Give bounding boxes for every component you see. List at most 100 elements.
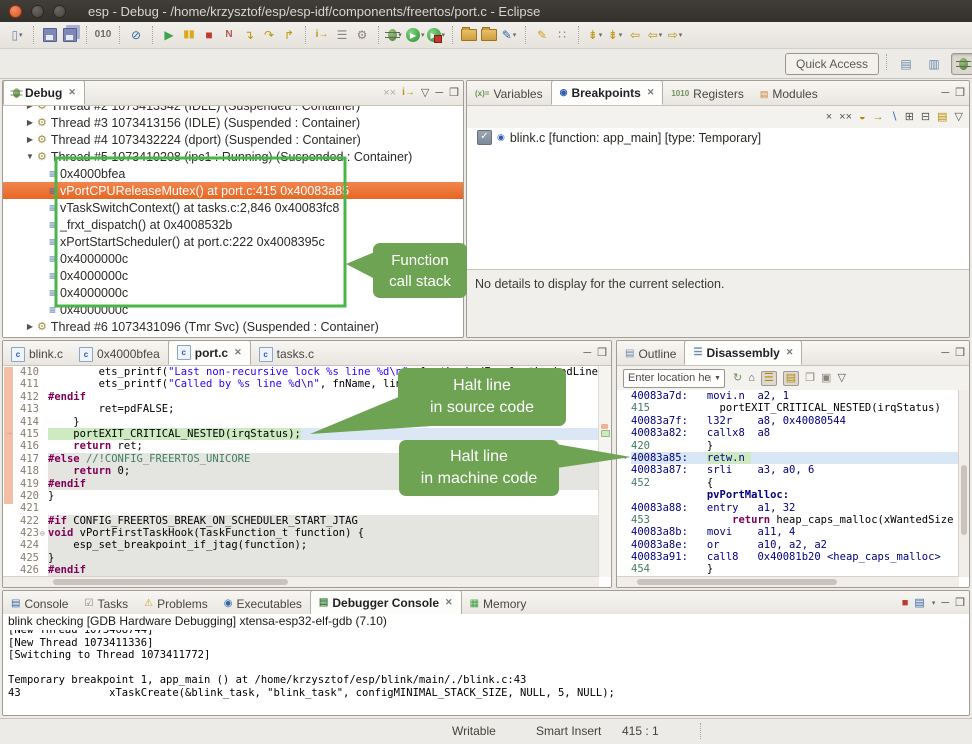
show-supported-breakpoints-icon[interactable]: ◒ — [859, 112, 866, 123]
thread-row[interactable]: ▶⚙Thread #4 1073432224 (dport) (Suspende… — [3, 131, 463, 148]
console-output[interactable]: [New Thread 1073468744][New Thread 10734… — [3, 630, 969, 715]
minimize-icon[interactable]: ─ — [583, 348, 591, 359]
minimize-icon[interactable]: ─ — [435, 88, 443, 99]
last-edit-location-icon[interactable]: ⇟▾ — [586, 25, 604, 45]
close-icon[interactable]: ✕ — [647, 87, 655, 98]
save-icon[interactable] — [41, 25, 59, 45]
tree-expand-icon[interactable]: ▶ — [25, 118, 35, 127]
code-line[interactable]: 424 esp_set_breakpoint_if_jtag(function)… — [3, 539, 611, 551]
fold-collapse-icon[interactable]: ⊖ — [40, 529, 45, 538]
step-into-icon[interactable]: ↴ — [240, 25, 258, 45]
maximize-icon[interactable]: ❒ — [955, 348, 965, 359]
go-to-file-icon[interactable]: → — [873, 112, 884, 123]
location-input[interactable]: Enter location here — [624, 372, 710, 384]
step-return-icon[interactable]: ↱ — [280, 25, 298, 45]
annotation-ruler[interactable] — [3, 502, 16, 514]
disasm-line[interactable]: 40083a7d: movi.n a2, 1 — [617, 390, 959, 402]
annotation-ruler[interactable] — [3, 527, 16, 539]
expand-all-icon[interactable]: ⊞ — [905, 112, 914, 123]
binary-file-icon[interactable]: 010 — [94, 25, 112, 45]
tab-registers[interactable]: 1010Registers — [663, 83, 751, 105]
tab-outline[interactable]: ▤Outline — [617, 343, 684, 365]
pin-view-icon[interactable]: ▣ — [821, 373, 831, 384]
code-line[interactable]: →415 portEXIT_CRITICAL_NESTED(irqStatus)… — [3, 428, 611, 440]
minimize-icon[interactable]: ─ — [941, 598, 949, 609]
group-by-icon[interactable]: ▤ — [937, 112, 947, 123]
disasm-line[interactable]: 454 } — [617, 563, 959, 575]
breakpoint-entry[interactable]: ✓ ◉ blink.c [function: app_main] [type: … — [467, 128, 969, 147]
skip-all-icon[interactable]: ∖ — [891, 112, 898, 123]
disassembly-horizontal-scrollbar[interactable] — [617, 576, 959, 587]
remove-launch-icon[interactable]: ■ — [902, 598, 909, 609]
tab-modules[interactable]: ▤Modules — [752, 83, 826, 105]
minimize-icon[interactable]: ─ — [941, 88, 949, 99]
tab-executables[interactable]: ◉Executables — [216, 593, 310, 615]
tab-console[interactable]: ▤Console — [3, 593, 76, 615]
tab-disassembly[interactable]: ☰Disassembly✕ — [684, 340, 802, 365]
code-line[interactable]: 426#endif — [3, 564, 611, 576]
disasm-line[interactable]: 420 } — [617, 440, 959, 452]
open-resource-icon[interactable] — [480, 25, 498, 45]
new-wizard-icon[interactable]: ▯▾ — [8, 25, 26, 45]
maximize-icon[interactable]: ❒ — [449, 88, 459, 99]
open-element-icon[interactable] — [460, 25, 478, 45]
use-step-filters-icon[interactable]: ☰ — [333, 25, 351, 45]
tab-variables[interactable]: (x)=Variables — [467, 83, 551, 105]
back-icon[interactable]: ⇦ — [626, 25, 644, 45]
debug-icon[interactable]: ▾ — [386, 25, 404, 45]
tab-port-c[interactable]: cport.c✕ — [168, 340, 251, 365]
mark-occurrences-icon[interactable]: ✎ — [533, 25, 551, 45]
stack-frame-row[interactable]: ▶≡vTaskSwitchContext() at tasks.c:2,846 … — [3, 199, 463, 216]
view-menu-icon[interactable]: ▽ — [955, 112, 963, 123]
annotation-ruler[interactable] — [3, 564, 16, 576]
tree-expand-icon[interactable]: ▶ — [25, 135, 35, 144]
editor-horizontal-scrollbar[interactable] — [3, 576, 599, 587]
remove-all-breakpoints-icon[interactable]: ×× — [839, 112, 852, 123]
remove-all-terminated-icon[interactable]: ×× — [383, 88, 396, 99]
chevron-down-icon[interactable]: ▾ — [599, 31, 603, 39]
run-icon[interactable]: ▶▾ — [406, 25, 425, 45]
chevron-down-icon[interactable]: ▾ — [659, 31, 663, 39]
tab-debugger-console[interactable]: ▤Debugger Console✕ — [310, 590, 462, 615]
window-maximize-button[interactable] — [53, 5, 66, 18]
disasm-line[interactable]: 453 return heap_caps_malloc(xWantedSize — [617, 514, 959, 526]
disassembly-listing[interactable]: 40083a7d: movi.n a2, 1415 portEXIT_CRITI… — [617, 390, 959, 577]
tree-expand-icon[interactable]: ▶ — [25, 322, 35, 331]
chevron-down-icon[interactable]: ▾ — [513, 31, 517, 39]
step-over-icon[interactable]: ↷ — [260, 25, 278, 45]
annotation-ruler[interactable] — [3, 552, 16, 564]
save-all-icon[interactable] — [61, 25, 79, 45]
skip-all-breakpoints-icon[interactable]: ⊘ — [127, 25, 145, 45]
refresh-icon[interactable]: ↻ — [733, 373, 742, 384]
annotation-ruler[interactable] — [3, 515, 16, 527]
thread-row[interactable]: ▶⚙Thread #6 1073431096 (Tmr Svc) (Suspen… — [3, 318, 463, 335]
disasm-line[interactable]: 40083a8e: or a10, a2, a2 — [617, 539, 959, 551]
open-perspective-icon[interactable]: ▤ — [895, 54, 917, 74]
thread-row[interactable]: ▶⚙Thread #2 1073413342 (IDLE) (Suspended… — [3, 106, 463, 114]
disasm-line[interactable]: 452 { — [617, 477, 959, 489]
window-minimize-button[interactable] — [31, 5, 44, 18]
forward-history-icon[interactable]: ⇨▾ — [666, 25, 684, 45]
close-icon[interactable]: ✕ — [234, 347, 242, 358]
cpp-perspective-icon[interactable]: ▥ — [923, 54, 945, 74]
stack-frame-row[interactable]: ▶≡_frxt_dispatch() at 0x4008532b — [3, 216, 463, 233]
thread-row[interactable]: ▼⚙Thread #5 1073410208 (ipc1 : Running) … — [3, 148, 463, 165]
disassembly-vertical-scrollbar[interactable] — [958, 390, 969, 577]
code-line[interactable]: 421 — [3, 502, 611, 514]
debug-settings-icon[interactable]: ⚙ — [353, 25, 371, 45]
tab-blink-c[interactable]: cblink.c — [3, 343, 71, 365]
terminate-icon[interactable]: ■ — [200, 25, 218, 45]
go-to-last-edit-icon[interactable]: ⇟▾ — [606, 25, 624, 45]
external-tools-icon[interactable]: ▶▾ — [427, 25, 446, 45]
collapse-all-icon[interactable]: ⊟ — [921, 112, 930, 123]
stack-frame-row[interactable]: ▶≡0x4000000c — [3, 301, 463, 318]
disasm-line[interactable]: 40083a8b: movi a11, 4 — [617, 526, 959, 538]
close-icon[interactable]: ✕ — [68, 87, 76, 98]
window-close-button[interactable] — [9, 5, 22, 18]
tab-tasks-c[interactable]: ctasks.c — [251, 343, 322, 365]
disasm-line[interactable]: 40083a82: callx8 a8 — [617, 427, 959, 439]
tab-memory[interactable]: ▦Memory — [462, 593, 535, 615]
location-combo[interactable]: Enter location here ▼ — [623, 369, 725, 388]
disasm-line[interactable]: 40083a87: srli a3, a0, 6 — [617, 464, 959, 476]
disasm-line[interactable]: →40083a85: retw.n — [617, 452, 959, 464]
